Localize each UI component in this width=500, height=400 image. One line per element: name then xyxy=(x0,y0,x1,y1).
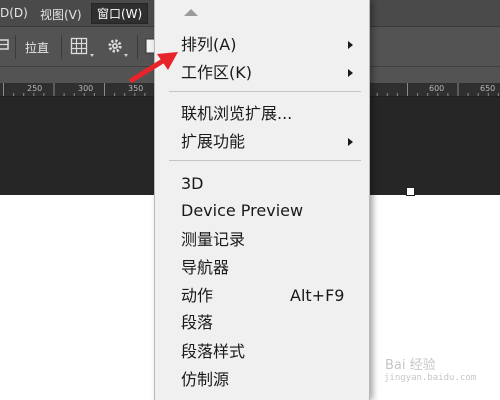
red-arrow-icon xyxy=(129,52,178,83)
menu-divider xyxy=(169,160,361,161)
submenu-arrow-icon xyxy=(348,41,353,49)
ruler-tick xyxy=(53,83,55,96)
ruler-tick xyxy=(3,83,4,96)
menu-item-arrange[interactable]: 排列(A) xyxy=(155,32,369,58)
menu-item-window[interactable]: 窗口(W) xyxy=(91,3,149,24)
menu-item-device-preview[interactable]: Device Preview xyxy=(155,198,369,224)
menu-item-measurement-log[interactable]: 测量记录 xyxy=(155,227,369,253)
ruler-tick xyxy=(457,83,459,96)
ruler-label: 250 xyxy=(27,84,43,93)
ruler-label: 300 xyxy=(78,84,94,93)
ruler-tick xyxy=(407,83,408,96)
crop-handle[interactable] xyxy=(406,187,415,196)
submenu-arrow-icon xyxy=(348,69,353,77)
menu-item-actions[interactable]: 动作 Alt+F9 xyxy=(155,283,369,309)
menu-item-extensions[interactable]: 扩展功能 xyxy=(155,129,369,155)
watermark-logo: Bai 经验 xyxy=(385,358,436,373)
menu-item-3d[interactable]: 3D xyxy=(155,171,369,197)
gear-icon[interactable] xyxy=(106,37,124,55)
menu-item-navigator[interactable]: 导航器 xyxy=(155,255,369,281)
separator xyxy=(15,35,16,59)
shortcut-label: Alt+F9 xyxy=(290,286,345,305)
crop-ratio-icon[interactable] xyxy=(0,37,12,53)
menu-divider xyxy=(169,91,361,92)
ruler-tick xyxy=(104,83,105,96)
ruler-label: 650 xyxy=(480,84,496,93)
window-menu-dropdown: 排列(A) 工作区(K) 联机浏览扩展... 扩展功能 3D Device Pr… xyxy=(154,0,370,400)
separator xyxy=(61,35,62,59)
scroll-up-icon[interactable] xyxy=(184,9,198,16)
submenu-arrow-icon xyxy=(348,138,353,146)
menu-item-paragraph-styles[interactable]: 段落样式 xyxy=(155,339,369,365)
straighten-button[interactable]: 拉直 xyxy=(25,39,49,56)
menu-item-partial[interactable]: D(D) xyxy=(0,6,28,20)
menu-item-paragraph[interactable]: 段落 xyxy=(155,310,369,336)
menu-item-workspace[interactable]: 工作区(K) xyxy=(155,60,369,86)
watermark-url: jingyan.baidu.com xyxy=(384,373,477,383)
menu-item-clone-source[interactable]: 仿制源 xyxy=(155,367,369,393)
grid-overlay-icon[interactable] xyxy=(70,37,88,55)
menu-item-browse-extensions[interactable]: 联机浏览扩展... xyxy=(155,101,369,127)
ruler-label: 600 xyxy=(429,84,445,93)
chevron-down-icon[interactable] xyxy=(90,54,94,57)
menu-item-view[interactable]: 视图(V) xyxy=(40,6,82,23)
